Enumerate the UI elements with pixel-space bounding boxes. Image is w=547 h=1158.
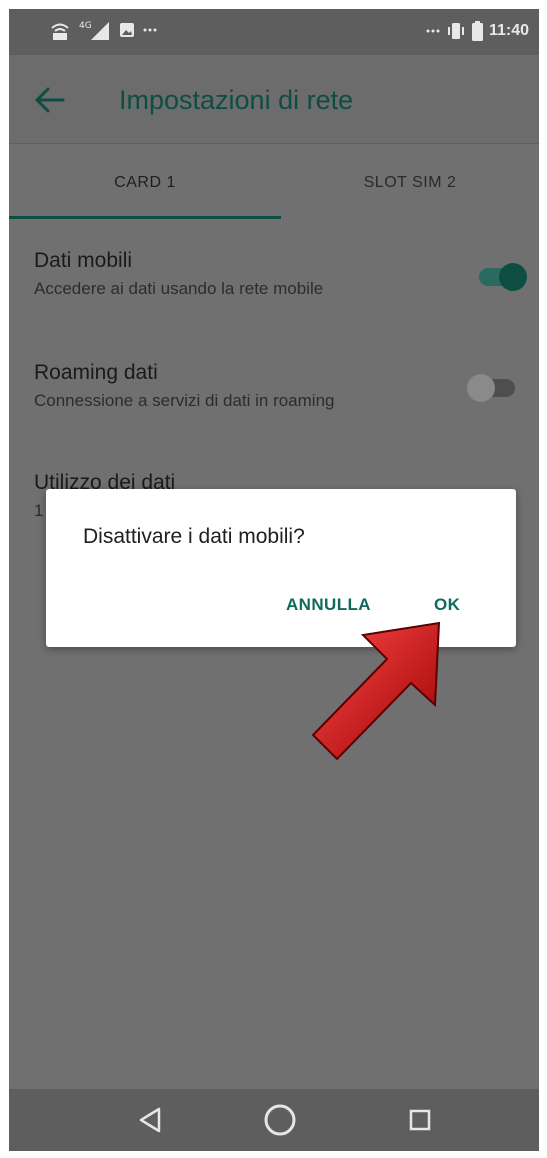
more-dots-icon [143, 28, 157, 32]
app-bar: Impostazioni di rete [9, 55, 539, 144]
image-notification-icon [120, 23, 134, 37]
data-roaming-title: Roaming dati [34, 361, 158, 384]
phone-screen: 4G 11:40 Impostazioni di rete CARD 1 SLO… [9, 9, 539, 1151]
data-roaming-subtitle: Connessione a servizi di dati in roaming [34, 391, 335, 410]
more-dots-icon [426, 29, 440, 33]
status-left-icons: 4G [49, 19, 157, 41]
mobile-data-switch[interactable] [479, 263, 527, 291]
mobile-data-subtitle: Accedere ai dati usando la rete mobile [34, 279, 324, 298]
recents-square-icon[interactable] [401, 1101, 439, 1139]
switch-thumb [499, 263, 527, 291]
data-roaming-switch[interactable] [467, 374, 515, 402]
vibrate-icon [447, 23, 464, 39]
tab-indicator [9, 216, 281, 219]
signal-4g-icon: 4G [79, 21, 109, 40]
tab-card-1[interactable]: CARD 1 [9, 144, 281, 222]
pointer-arrow-icon [311, 621, 441, 761]
svg-text:4G: 4G [79, 21, 92, 31]
switch-thumb [467, 374, 495, 402]
battery-icon [471, 21, 483, 41]
ok-button[interactable]: OK [434, 595, 460, 615]
navigation-bar [9, 1089, 539, 1151]
status-bar: 4G 11:40 [9, 9, 539, 55]
page-title: Impostazioni di rete [119, 85, 354, 115]
dialog-message: Disattivare i dati mobili? [83, 525, 305, 548]
sim-tabs: CARD 1 SLOT SIM 2 [9, 144, 539, 222]
status-right-icons: 11:40 [426, 21, 529, 41]
tab-slot-sim-2[interactable]: SLOT SIM 2 [281, 144, 539, 222]
wifi-calling-icon [51, 23, 69, 40]
setting-data-roaming[interactable]: Roaming dati Connessione a servizi di da… [34, 361, 514, 411]
home-circle-icon[interactable] [261, 1101, 299, 1139]
setting-mobile-data[interactable]: Dati mobili Accedere ai dati usando la r… [34, 249, 514, 299]
status-time: 11:40 [488, 22, 529, 39]
cancel-button[interactable]: ANNULLA [286, 595, 371, 615]
arrow-left-icon[interactable] [33, 85, 65, 115]
mobile-data-title: Dati mobili [34, 249, 133, 272]
back-triangle-icon[interactable] [131, 1101, 169, 1139]
